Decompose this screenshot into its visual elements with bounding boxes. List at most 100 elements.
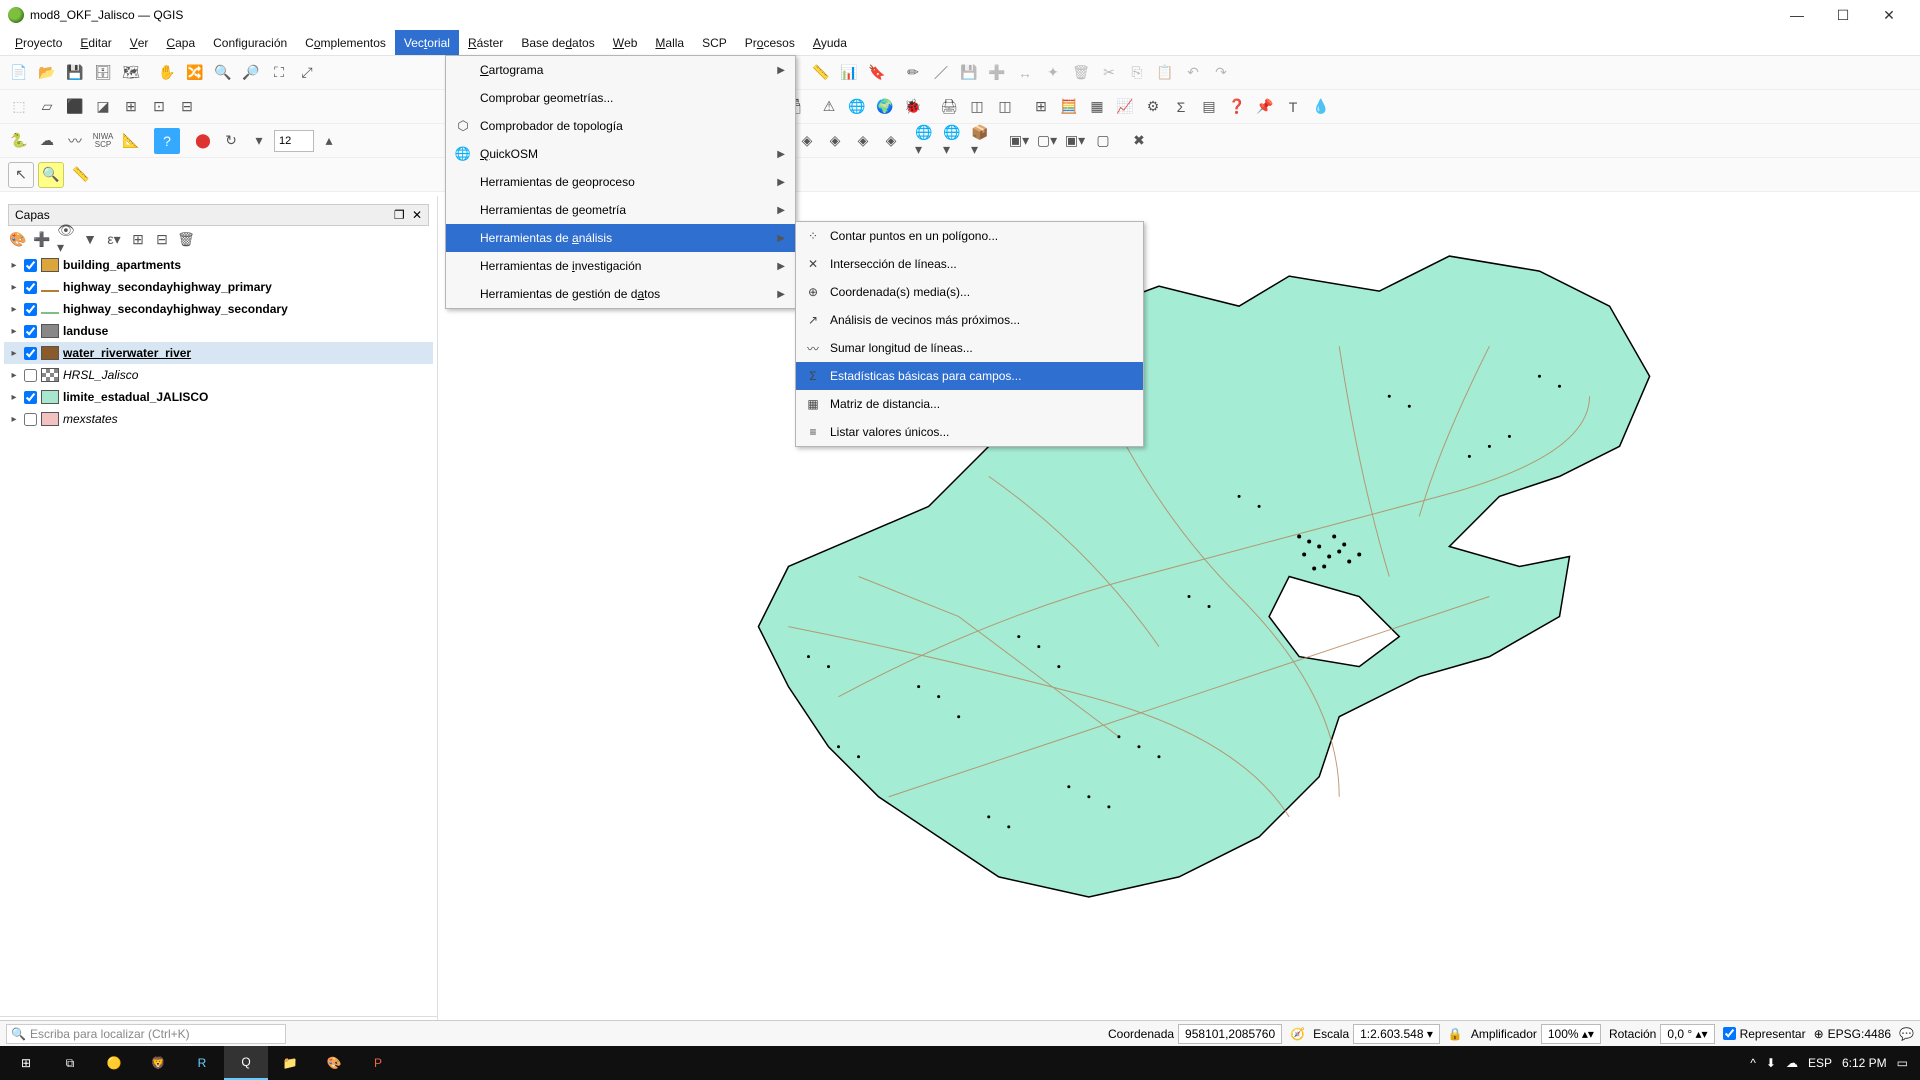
crs-field[interactable]: ⊕ EPSG:4486 — [1814, 1027, 1891, 1041]
menu-procesos[interactable]: Procesos — [736, 30, 804, 55]
filter-icon[interactable]: ▼ — [80, 229, 100, 249]
open-project-icon[interactable]: 📂 — [34, 60, 60, 86]
vectorial-item[interactable]: ⬡Comprobador de topología — [446, 112, 795, 140]
add-group-icon[interactable]: ➕ — [32, 229, 52, 249]
menu-base de datos[interactable]: Base de datos — [512, 30, 603, 55]
paint-icon[interactable]: 🎨 — [312, 1046, 356, 1080]
new-project-icon[interactable]: 📄 — [6, 60, 32, 86]
menu-web[interactable]: Web — [604, 30, 647, 55]
zoom-sel-icon[interactable]: 🔍 — [38, 162, 64, 188]
scale-value[interactable]: 1:2.603.548 ▾ — [1353, 1024, 1440, 1044]
layer-v2-icon[interactable]: ◈ — [794, 128, 820, 154]
layer-checkbox[interactable] — [24, 369, 37, 382]
menu-configuración[interactable]: Configuración — [204, 30, 296, 55]
scp-icon[interactable]: NIWASCP — [90, 128, 116, 154]
help-icon[interactable]: ❓ — [1224, 94, 1250, 120]
vectorial-item[interactable]: Cartograma▶ — [446, 56, 795, 84]
layer-checkbox[interactable] — [24, 391, 37, 404]
edit-line-icon[interactable]: ／ — [928, 60, 954, 86]
sigma-icon[interactable]: Σ — [1168, 94, 1194, 120]
scale-lock-icon[interactable]: 🔒 — [1448, 1027, 1463, 1041]
vectorial-item[interactable]: 🌐QuickOSM▶ — [446, 140, 795, 168]
paste-icon[interactable]: 📋 — [1152, 60, 1178, 86]
notifications-icon[interactable]: ▭ — [1897, 1056, 1908, 1070]
stats-icon[interactable]: 📊 — [836, 60, 862, 86]
bookmark-icon[interactable]: 🔖 — [864, 60, 890, 86]
start-button[interactable]: ⊞ — [4, 1046, 48, 1080]
minimize-button[interactable]: — — [1774, 0, 1820, 30]
select-poly-icon[interactable]: ▱ — [34, 94, 60, 120]
attr-table-icon[interactable]: ▤ — [1196, 94, 1222, 120]
zoom-layer-icon[interactable]: ⤢ — [294, 60, 320, 86]
layer-item[interactable]: ▸building_apartments — [4, 254, 433, 276]
select-tool-icon[interactable]: ⬛ — [62, 94, 88, 120]
reload-icon[interactable]: ↻ — [218, 128, 244, 154]
menu-complementos[interactable]: Complementos — [296, 30, 395, 55]
vectorial-item[interactable]: Herramientas de geoproceso▶ — [446, 168, 795, 196]
pin-icon[interactable]: 📌 — [1252, 94, 1278, 120]
expand-icon[interactable]: ⊞ — [128, 229, 148, 249]
analysis-item[interactable]: ✕Intersección de líneas... — [796, 250, 1143, 278]
save-project-icon[interactable]: 💾 — [62, 60, 88, 86]
analysis-item[interactable]: ΣEstadísticas básicas para campos... — [796, 362, 1143, 390]
analysis-item[interactable]: ▦Matriz de distancia... — [796, 390, 1143, 418]
remove-layer-icon[interactable]: 🗑 — [176, 229, 196, 249]
layer-item[interactable]: ▸water_riverwater_river — [4, 342, 433, 364]
wave-icon[interactable]: 〰 — [62, 128, 88, 154]
layer-checkbox[interactable] — [24, 259, 37, 272]
spin-up-icon[interactable]: ▴ — [316, 128, 342, 154]
layer-checkbox[interactable] — [24, 281, 37, 294]
menu-editar[interactable]: Editar — [71, 30, 120, 55]
panel-undock-icon[interactable]: ❐ — [394, 208, 405, 222]
tool-d2-icon[interactable]: ◫ — [992, 94, 1018, 120]
vertex-icon[interactable]: ⊡ — [146, 94, 172, 120]
ruler2-icon[interactable]: 📏 — [68, 162, 94, 188]
redo-icon[interactable]: ↷ — [1208, 60, 1234, 86]
menu-proyecto[interactable]: Proyecto — [6, 30, 71, 55]
onedrive-icon[interactable]: ☁ — [1786, 1056, 1798, 1070]
layer-checkbox[interactable] — [24, 303, 37, 316]
analysis-item[interactable]: ↗Análisis de vecinos más próximos... — [796, 306, 1143, 334]
final-tool-icon[interactable]: ✖ — [1126, 128, 1152, 154]
task-view-icon[interactable]: ⧉ — [48, 1046, 92, 1080]
layer-v4-icon[interactable]: ◈ — [850, 128, 876, 154]
dropdown-1-icon[interactable]: ▾ — [246, 128, 272, 154]
red-drop-icon[interactable]: ⬤ — [190, 128, 216, 154]
render-field[interactable]: Representar — [1723, 1027, 1806, 1041]
render-checkbox[interactable] — [1723, 1027, 1736, 1040]
cloud-icon[interactable]: ☁ — [34, 128, 60, 154]
map-canvas[interactable] — [438, 196, 1920, 1042]
layer-v5-icon[interactable]: ◈ — [878, 128, 904, 154]
style-icon[interactable]: 🎨 — [8, 229, 28, 249]
layer-checkbox[interactable] — [24, 325, 37, 338]
menu-scp[interactable]: SCP — [693, 30, 736, 55]
add-feature-icon[interactable]: ➕ — [984, 60, 1010, 86]
pan-selection-icon[interactable]: 🔀 — [182, 60, 208, 86]
panel-close-icon[interactable]: ✕ — [412, 208, 422, 222]
vectorial-item[interactable]: Comprobar geometrías... — [446, 84, 795, 112]
close-button[interactable]: ✕ — [1866, 0, 1912, 30]
powerpoint-icon[interactable]: P — [356, 1046, 400, 1080]
globe-add-icon[interactable]: 🌍 — [872, 94, 898, 120]
layer-item[interactable]: ▸landuse — [4, 320, 433, 342]
menu-vectorial[interactable]: Vectorial — [395, 30, 459, 55]
mag-value[interactable]: 100% ▴▾ — [1541, 1024, 1601, 1044]
sel-tool-3-icon[interactable]: ▣▾ — [1062, 128, 1088, 154]
calc-icon[interactable]: 🧮 — [1056, 94, 1082, 120]
gear-icon[interactable]: ⚙ — [1140, 94, 1166, 120]
sel-tool-2-icon[interactable]: ▢▾ — [1034, 128, 1060, 154]
dropbox-icon[interactable]: ⬇ — [1766, 1056, 1776, 1070]
cut-icon[interactable]: ✂ — [1096, 60, 1122, 86]
undo-icon[interactable]: ↶ — [1180, 60, 1206, 86]
globe-d1-icon[interactable]: 🌐▾ — [914, 128, 940, 154]
explorer-icon[interactable]: 📁 — [268, 1046, 312, 1080]
layout-manager-icon[interactable]: 🗺 — [118, 60, 144, 86]
measure-icon[interactable]: 📏 — [808, 60, 834, 86]
analysis-item[interactable]: ≡Listar valores únicos... — [796, 418, 1143, 446]
drop-icon[interactable]: 💧 — [1308, 94, 1334, 120]
layers-tree[interactable]: ▸building_apartments▸highway_secondayhig… — [0, 252, 437, 1016]
sel-tool-1-icon[interactable]: ▣▾ — [1006, 128, 1032, 154]
vectorial-item[interactable]: Herramientas de geometría▶ — [446, 196, 795, 224]
layer-checkbox[interactable] — [24, 413, 37, 426]
copy-icon[interactable]: ⎘ — [1124, 60, 1150, 86]
